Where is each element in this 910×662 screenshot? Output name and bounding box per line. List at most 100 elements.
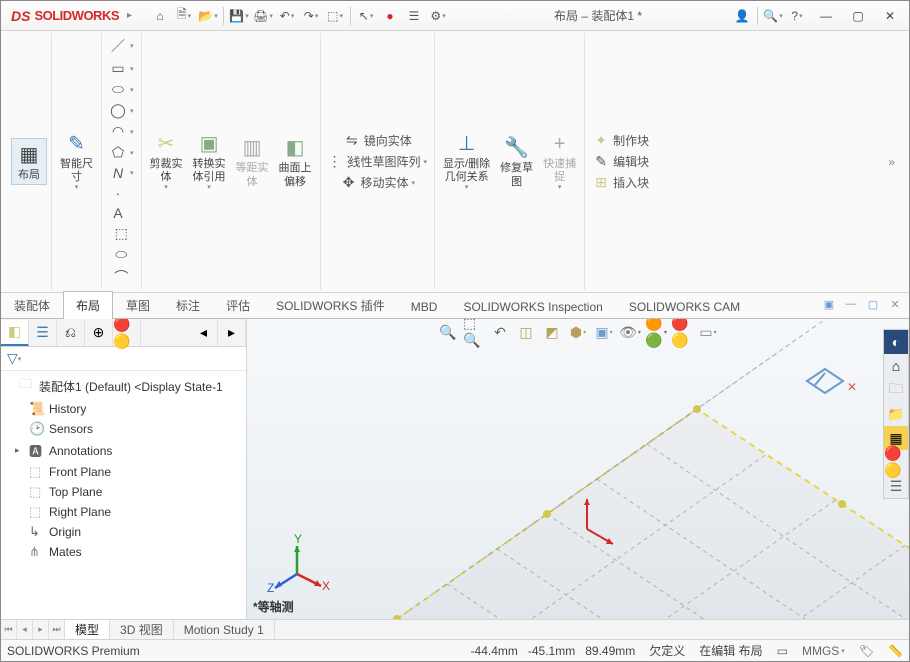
layout-button[interactable]: ▦ 布局 (11, 138, 47, 185)
tab-sw-addins[interactable]: SOLIDWORKS 插件 (263, 291, 398, 319)
rebuild-button[interactable]: ● (379, 5, 401, 27)
tree-item-origin[interactable]: ↳Origin (1, 522, 246, 542)
tab-layout[interactable]: 布局 (63, 291, 113, 319)
bottom-tab-3dview[interactable]: 3D 视图 (110, 620, 174, 639)
undo-button[interactable]: ↶▾ (276, 5, 298, 27)
tree-item-top-plane[interactable]: ⬚Top Plane (1, 482, 246, 502)
tab-annotate[interactable]: 标注 (163, 291, 213, 319)
new-button[interactable]: 🗎▾ (173, 5, 195, 27)
tree-item-sensors[interactable]: 🕑Sensors (1, 419, 246, 439)
bt-next[interactable]: ▸ (33, 620, 49, 639)
help-button[interactable]: ?▾ (786, 5, 808, 27)
tab-sw-inspection[interactable]: SOLIDWORKS Inspection (450, 294, 615, 319)
tree-item-annotations[interactable]: ▸🅰Annotations (1, 439, 246, 462)
form-button[interactable]: ☰ (403, 5, 425, 27)
settings-button[interactable]: ⚙▾ (427, 5, 449, 27)
status-units[interactable]: MMGS ▾ (802, 644, 845, 658)
tab-assembly[interactable]: 装配体 (1, 291, 63, 319)
bottom-tab-motion[interactable]: Motion Study 1 (174, 620, 275, 639)
ribbon-overflow[interactable]: » (880, 33, 903, 290)
appearances-button[interactable]: 🔴🟡 (884, 450, 908, 474)
smart-dimension-button[interactable]: ✎ 智能尺 寸 ▾ (56, 128, 97, 195)
print-button[interactable]: 🖨▾ (252, 5, 274, 27)
repair-button[interactable]: 🔧修复草 图 (496, 132, 537, 190)
maximize-button[interactable]: ▢ (843, 5, 873, 27)
tree-item-right-plane[interactable]: ⬚Right Plane (1, 502, 246, 522)
line-tool[interactable]: ／▾ (106, 35, 137, 57)
surf-offset-button[interactable]: ◧曲面上 偏移 (275, 132, 316, 190)
tree-item-front-plane[interactable]: ⬚Front Plane (1, 462, 246, 482)
ellipse-tool[interactable]: ⬭ (109, 245, 133, 264)
save-button[interactable]: 💾▾ (228, 5, 250, 27)
home-button[interactable]: ⌂ (149, 5, 171, 27)
tree-item-history[interactable]: 📜History (1, 399, 246, 419)
display-manager-tab[interactable]: 🔴🟡 (113, 320, 141, 346)
design-lib-button[interactable]: 🗀 (884, 378, 908, 402)
linear-pattern-button[interactable]: ⋮⋮线性草图阵列▾ (325, 152, 431, 171)
doc-maximize-button[interactable]: ▢ (865, 296, 881, 312)
exit-sketch-confirm[interactable]: ✕ (803, 359, 863, 399)
close-button[interactable]: ✕ (875, 5, 905, 27)
bt-last[interactable]: ⏭ (49, 620, 65, 639)
doc-minimize-button[interactable]: — (843, 296, 859, 312)
move-button[interactable]: ✥移动实体▾ (337, 173, 419, 192)
bt-prev[interactable]: ◂ (17, 620, 33, 639)
convert-button[interactable]: ▣转换实 体引用▾ (189, 128, 230, 195)
property-manager-tab[interactable]: ☰ (29, 320, 57, 346)
tree-filter[interactable]: ▽▾ (1, 347, 246, 371)
bottom-tab-model[interactable]: 模型 (65, 620, 110, 639)
make-block-button[interactable]: ✦制作块 (589, 131, 652, 150)
rectangle-select-button[interactable]: ⬚▾ (324, 5, 346, 27)
cancel-icon[interactable]: ✕ (847, 380, 857, 394)
search-button[interactable]: 🔍▾ (762, 5, 784, 27)
tree-nav-next[interactable]: ▸ (218, 320, 246, 346)
text-tool[interactable]: A (106, 204, 137, 222)
mirror-button[interactable]: ⇋镜向实体 (340, 131, 415, 150)
sw-resources-button[interactable]: ◐ (884, 330, 908, 354)
rect-tool[interactable]: ▭▾ (106, 59, 137, 78)
trim-button[interactable]: ✂剪裁实 体▾ (146, 128, 187, 195)
insert-block-button[interactable]: ⊞插入块 (589, 173, 652, 192)
status-tag-button[interactable]: 🏷 (859, 644, 874, 658)
custom-props-button[interactable]: ☰ (884, 474, 908, 498)
feature-tree-tab[interactable]: ◧ (1, 320, 29, 346)
edit-block-button[interactable]: ✎编辑块 (589, 152, 652, 171)
slot-tool[interactable]: ⬭▾ (106, 80, 137, 99)
status-ruler-button[interactable]: 📏 (888, 644, 903, 658)
bt-first[interactable]: ⏮ (1, 620, 17, 639)
minimize-button[interactable]: — (811, 5, 841, 27)
rect-region-tool[interactable]: ⬚ (109, 224, 133, 243)
quicksnap-button[interactable]: +快速捕 捉▾ (539, 128, 580, 195)
config-manager-tab[interactable]: ⎌ (57, 320, 85, 346)
dimxpert-tab[interactable]: ⊕ (85, 320, 113, 346)
tab-mbd[interactable]: MBD (398, 294, 451, 319)
orientation-triad[interactable]: Y X Z (267, 534, 327, 594)
fillet-tool[interactable]: ⌒ (109, 266, 133, 288)
disp-del-button[interactable]: ⊥显示/删除 几何关系▾ (439, 128, 494, 195)
open-button[interactable]: 📂▾ (197, 5, 219, 27)
status-display-button[interactable]: ▭ (777, 644, 788, 658)
file-explorer-button[interactable]: 📁 (884, 402, 908, 426)
poly-tool[interactable]: ⬠▾ (106, 143, 137, 162)
equidist-button[interactable]: ▥等距实 体 (232, 132, 273, 190)
tree-item-mates[interactable]: ⋔Mates (1, 542, 246, 562)
arc-tool[interactable]: ◠▾ (106, 122, 137, 141)
user-button[interactable]: 👤 (731, 5, 753, 27)
doc-controls-icon[interactable]: ▣ (821, 296, 837, 312)
point-tool[interactable]: · (106, 184, 137, 202)
redo-button[interactable]: ↷▾ (300, 5, 322, 27)
spline-tool[interactable]: N▾ (106, 164, 137, 182)
cursor-button[interactable]: ↖▾ (355, 5, 377, 27)
circle-tool[interactable]: ◯▾ (106, 101, 137, 120)
doc-close-button[interactable]: ✕ (887, 296, 903, 312)
tab-evaluate[interactable]: 评估 (213, 291, 263, 319)
home-task-button[interactable]: ⌂ (884, 354, 908, 378)
tab-sketch[interactable]: 草图 (113, 291, 163, 319)
tree-nav-prev[interactable]: ◂ (190, 320, 218, 346)
expand-icon[interactable]: ▸ (15, 445, 25, 456)
logo-dropdown-icon[interactable]: ▸ (123, 10, 136, 21)
tab-sw-cam[interactable]: SOLIDWORKS CAM (616, 294, 753, 319)
rect2-icon: ⬚ (112, 225, 130, 242)
graphics-viewport[interactable]: 🔍 ⬚🔍 ↶ ◫ ◩ ⬢▾ ▣▾ 👁▾ 🟠🟢▾ 🔴🟡 ▭▾ (247, 319, 909, 619)
tree-root[interactable]: 🗀 装配体1 (Default) <Display State-1 (1, 373, 246, 399)
